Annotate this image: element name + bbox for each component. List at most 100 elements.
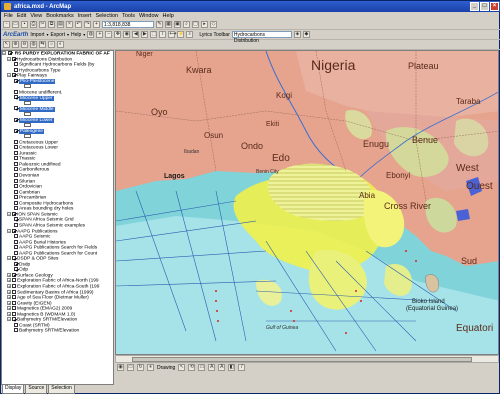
- checkbox[interactable]: [12, 211, 16, 216]
- checkbox[interactable]: [12, 311, 16, 316]
- checkbox[interactable]: [12, 289, 16, 294]
- toc-layer-row[interactable]: Bathymetry SRTM/Elevation: [2, 328, 113, 334]
- globe-2-icon[interactable]: ◍: [30, 41, 37, 48]
- collapse-icon[interactable]: −: [7, 211, 11, 216]
- find-icon[interactable]: ⌕: [186, 31, 194, 38]
- checkbox[interactable]: [14, 261, 18, 266]
- checkbox[interactable]: [14, 167, 18, 172]
- expand-icon[interactable]: +: [7, 278, 11, 283]
- zoom-fixed-out-icon[interactable]: ⊖: [21, 41, 28, 48]
- rotate-icon[interactable]: ⟲: [188, 364, 196, 371]
- modelbuilder-icon[interactable]: ◇: [210, 21, 217, 28]
- checkbox[interactable]: [14, 150, 18, 155]
- save-icon[interactable]: ▪: [21, 21, 28, 28]
- globe-icon[interactable]: ◍: [87, 31, 95, 38]
- transparency-icon[interactable]: ◐: [57, 41, 64, 48]
- expand-icon[interactable]: +: [7, 289, 11, 294]
- select-features-icon[interactable]: ⬚: [150, 31, 158, 38]
- map-view[interactable]: Nigeria Plateau Kwara Kogi Niger Taraba …: [115, 50, 499, 355]
- tab-display[interactable]: Display: [2, 385, 25, 394]
- checkbox[interactable]: [12, 228, 16, 233]
- checkbox[interactable]: [14, 117, 18, 122]
- checkbox[interactable]: [14, 139, 18, 144]
- menu-insert[interactable]: Insert: [78, 13, 92, 19]
- chevron-down-icon[interactable]: ▾: [83, 32, 85, 37]
- cut-icon[interactable]: ✂: [39, 21, 46, 28]
- menu-help[interactable]: Help: [163, 13, 174, 19]
- checkbox[interactable]: [14, 62, 18, 67]
- print-icon[interactable]: ⎙: [30, 21, 37, 28]
- checkbox[interactable]: [14, 222, 18, 227]
- search-icon[interactable]: ⌕: [183, 21, 190, 28]
- checkbox[interactable]: [14, 95, 18, 100]
- catalog-icon[interactable]: ▣: [174, 21, 181, 28]
- checkbox[interactable]: [12, 306, 16, 311]
- pause-icon[interactable]: ⏸: [147, 364, 154, 371]
- tab-selection[interactable]: Selection: [48, 385, 75, 394]
- back-extent-icon[interactable]: ◀: [132, 31, 140, 38]
- rectangle-icon[interactable]: ▭: [198, 364, 206, 371]
- redo-icon[interactable]: ↷: [84, 21, 91, 28]
- paste-icon[interactable]: ▤: [57, 21, 64, 28]
- flicker-icon[interactable]: ☼: [48, 41, 55, 48]
- table-icon[interactable]: ▦: [165, 21, 172, 28]
- add-data-icon[interactable]: +: [93, 21, 100, 28]
- checkbox[interactable]: [12, 56, 16, 61]
- checkbox[interactable]: [14, 156, 18, 161]
- checkbox[interactable]: [12, 295, 16, 300]
- collapse-icon[interactable]: −: [7, 56, 11, 61]
- expand-icon[interactable]: +: [7, 272, 11, 277]
- checkbox[interactable]: [14, 161, 18, 166]
- expand-icon[interactable]: +: [7, 311, 11, 316]
- font-color-icon[interactable]: A: [218, 364, 226, 371]
- forward-extent-icon[interactable]: ▶: [141, 31, 149, 38]
- menu-view[interactable]: View: [30, 13, 42, 19]
- checkbox[interactable]: [14, 234, 18, 239]
- python-icon[interactable]: ▸: [201, 21, 208, 28]
- menu-edit[interactable]: Edit: [17, 13, 26, 19]
- identify-icon[interactable]: i: [159, 31, 167, 38]
- undo-icon[interactable]: ↶: [75, 21, 82, 28]
- checkbox[interactable]: [12, 283, 16, 288]
- data-view-icon[interactable]: ◉: [117, 364, 124, 371]
- text-icon[interactable]: A: [208, 364, 216, 371]
- checkbox[interactable]: [14, 89, 18, 94]
- select-arrow-icon[interactable]: ↖: [178, 364, 186, 371]
- checkbox[interactable]: [14, 189, 18, 194]
- menu-bookmarks[interactable]: Bookmarks: [46, 13, 74, 19]
- checkbox[interactable]: [12, 272, 16, 277]
- delete-icon[interactable]: ×: [66, 21, 73, 28]
- checkbox[interactable]: [14, 250, 18, 255]
- checkbox[interactable]: [14, 245, 18, 250]
- zoom-fixed-in-icon[interactable]: ⊕: [12, 41, 19, 48]
- export-menu[interactable]: Export: [51, 32, 65, 38]
- select-elements-icon[interactable]: ↖: [3, 41, 10, 48]
- checkbox[interactable]: [14, 106, 18, 111]
- checkbox[interactable]: [14, 78, 18, 83]
- expand-icon[interactable]: +: [7, 306, 11, 311]
- full-extent-icon[interactable]: ◉: [123, 31, 131, 38]
- open-icon[interactable]: ▭: [12, 21, 19, 28]
- menu-tools[interactable]: Tools: [122, 13, 135, 19]
- collapse-icon[interactable]: −: [7, 317, 11, 322]
- minimize-button[interactable]: _: [470, 2, 479, 11]
- checkbox[interactable]: [12, 73, 16, 78]
- checkbox[interactable]: [14, 173, 18, 178]
- new-icon[interactable]: ▫: [3, 21, 10, 28]
- checkbox[interactable]: [12, 278, 16, 283]
- map-canvas[interactable]: [116, 51, 499, 355]
- menu-window[interactable]: Window: [139, 13, 159, 19]
- expand-icon[interactable]: +: [7, 300, 11, 305]
- checkbox[interactable]: [14, 206, 18, 211]
- chevron-down-icon[interactable]: ▾: [67, 32, 69, 37]
- import-menu[interactable]: Import: [30, 32, 44, 38]
- collapse-icon[interactable]: −: [7, 73, 11, 78]
- checkbox[interactable]: [14, 145, 18, 150]
- checkbox[interactable]: [14, 67, 18, 72]
- pan-icon[interactable]: ✥: [114, 31, 122, 38]
- copy-icon[interactable]: ⧉: [48, 21, 55, 28]
- line-color-icon[interactable]: /: [238, 364, 246, 371]
- zoom-out-icon[interactable]: −: [105, 31, 113, 38]
- checkbox[interactable]: [14, 328, 18, 333]
- collapse-icon[interactable]: −: [2, 51, 6, 56]
